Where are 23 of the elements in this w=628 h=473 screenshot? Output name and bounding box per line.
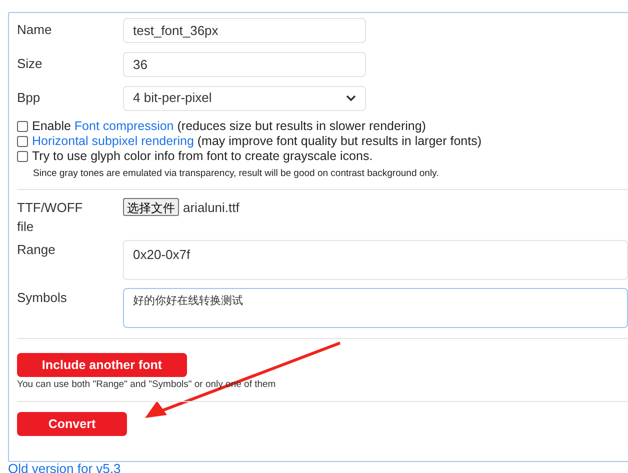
option-link[interactable]: Font compression	[74, 119, 174, 134]
old-version-link[interactable]: Old version for v5.3	[8, 462, 628, 473]
checkbox[interactable]	[17, 121, 28, 132]
checkbox[interactable]	[17, 151, 28, 162]
option-link[interactable]: Horizontal subpixel rendering	[32, 134, 194, 148]
field-label: TTF/WOFF file	[17, 199, 84, 236]
choose-file-button[interactable]: 选择文件	[123, 198, 179, 216]
field-label: Size	[17, 55, 44, 74]
field-label: Symbols	[17, 289, 68, 308]
convert-button[interactable]: Convert	[17, 412, 127, 436]
checkbox[interactable]	[17, 136, 28, 147]
options-note: Since gray tones are emulated via transparency, result will be good on contrast background only.	[33, 167, 440, 181]
text-field[interactable]: test_font_36px	[123, 18, 366, 42]
field-label: Name	[17, 21, 53, 40]
range-field[interactable]: 0x20-0x7f	[123, 240, 628, 280]
text-field[interactable]: 36	[123, 52, 366, 76]
field-label: Bpp	[17, 89, 42, 108]
include-font-button[interactable]: Include another font	[17, 353, 187, 378]
file-name: arialuni.ttf	[183, 199, 240, 218]
chevron-down-icon	[346, 94, 356, 102]
symbols-field[interactable]: 好的你好在线转换测试	[123, 288, 628, 328]
bpp-select[interactable]: 4 bit-per-pixel	[123, 86, 366, 110]
field-label: Range	[17, 241, 56, 260]
